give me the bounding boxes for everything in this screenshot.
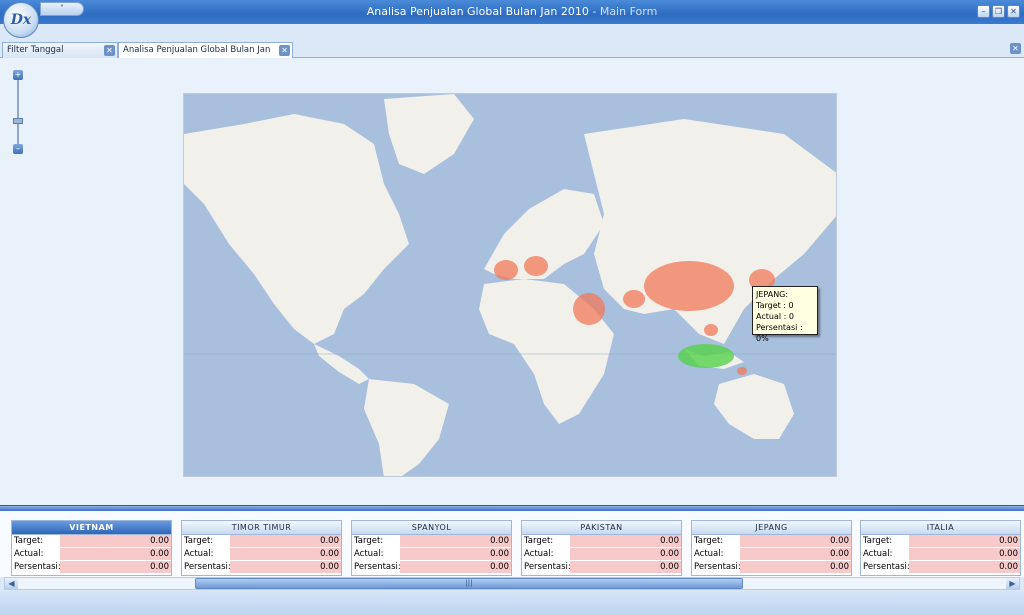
bubble-pakistan[interactable] — [623, 290, 645, 308]
country-card[interactable]: VIETNAM Target: 0.00 Actual: 0.00 Persenta… — [11, 520, 172, 576]
tooltip-actual: Actual : 0 — [756, 312, 794, 321]
close-button[interactable]: ✕ — [1007, 5, 1020, 18]
percent-value: 0.00 — [909, 561, 1020, 574]
percent-label: Persentasi: — [522, 561, 571, 574]
country-card[interactable]: JEPANG Target: 0.00 Actual: 0.00 Persentas… — [691, 520, 852, 576]
percent-value: 0.00 — [60, 561, 171, 574]
world-map-svg — [184, 94, 836, 476]
country-card-title: TIMOR TIMUR — [182, 521, 341, 535]
target-label: Target: — [522, 535, 570, 548]
country-card[interactable]: PAKISTAN Target: 0.00 Actual: 0.00 Persent… — [521, 520, 682, 576]
country-cards-panel: VIETNAM Target: 0.00 Actual: 0.00 Persenta… — [0, 511, 1024, 577]
bubble-spanyol[interactable] — [494, 260, 518, 280]
actual-value: 0.00 — [60, 548, 171, 561]
app-logo-text: Dx — [10, 12, 32, 28]
bubble-timor-timur[interactable] — [737, 367, 747, 375]
scroll-right-button[interactable]: ▶ — [1006, 578, 1019, 589]
minimize-button[interactable]: – — [977, 5, 990, 18]
window-title: Analisa Penjualan Global Bulan Jan 2010 … — [0, 0, 1024, 24]
chevron-down-icon: ˅ — [60, 4, 64, 13]
tooltip-target: Target : 0 — [756, 301, 794, 310]
scroll-thumb[interactable]: ||| — [195, 578, 743, 589]
actual-value: 0.00 — [909, 548, 1020, 561]
percent-value: 0.00 — [570, 561, 681, 574]
close-icon[interactable]: ✕ — [104, 45, 115, 56]
country-card[interactable]: SPANYOL Target: 0.00 Actual: 0.00 Persenta… — [351, 520, 512, 576]
tab-filter-tanggal[interactable]: Filter Tanggal Indonesia ✕ — [2, 42, 118, 70]
bubble-vietnam[interactable] — [704, 324, 718, 336]
actual-value: 0.00 — [570, 548, 681, 561]
window-controls: – ❐ ✕ — [977, 5, 1020, 18]
tab-analisa-penjualan[interactable]: Analisa Penjualan Global Bulan Jan 2010 … — [118, 42, 293, 70]
target-value: 0.00 — [909, 535, 1020, 548]
target-label: Target: — [182, 535, 230, 548]
actual-label: Actual: — [352, 548, 400, 561]
document-tab-bar: Filter Tanggal Indonesia ✕ Analisa Penju… — [0, 40, 1024, 70]
close-all-tabs-icon[interactable]: ✕ — [1010, 43, 1021, 54]
country-card-title: VIETNAM — [12, 521, 171, 535]
target-value: 0.00 — [400, 535, 511, 548]
actual-label: Actual: — [12, 548, 60, 561]
target-value: 0.00 — [230, 535, 341, 548]
country-card-title: JEPANG — [692, 521, 851, 535]
target-value: 0.00 — [60, 535, 171, 548]
tooltip-country: JEPANG: — [756, 290, 789, 299]
window-title-suffix: - Main Form — [588, 5, 658, 18]
zoom-track[interactable] — [17, 80, 19, 146]
target-label: Target: — [12, 535, 60, 548]
bubble-italia[interactable] — [524, 256, 548, 276]
target-label: Target: — [692, 535, 740, 548]
scroll-left-button[interactable]: ◀ — [5, 578, 18, 589]
actual-value: 0.00 — [740, 548, 851, 561]
app-logo-button[interactable]: Dx — [3, 2, 39, 38]
actual-value: 0.00 — [400, 548, 511, 561]
country-card-title: PAKISTAN — [522, 521, 681, 535]
country-card[interactable]: ITALIA Target: 0.00 Actual: 0.00 Persentas… — [860, 520, 1021, 576]
zoom-slider[interactable]: + – — [13, 70, 25, 154]
target-value: 0.00 — [740, 535, 851, 548]
actual-value: 0.00 — [230, 548, 341, 561]
country-card-title: ITALIA — [861, 521, 1020, 535]
bubble-saudi[interactable] — [573, 293, 605, 325]
percent-value: 0.00 — [740, 561, 851, 574]
percent-label: Persentasi: — [12, 561, 61, 574]
percent-label: Persentasi: — [352, 561, 401, 574]
bubble-indonesia[interactable] — [678, 344, 734, 368]
country-card[interactable]: TIMOR TIMUR Target: 0.00 Actual: 0.00 Pers… — [181, 520, 342, 576]
quick-access-toolbar-dropdown[interactable]: ˅ — [40, 2, 84, 16]
percent-label: Persentasi: — [692, 561, 741, 574]
target-value: 0.00 — [570, 535, 681, 548]
percent-label: Persentasi: — [182, 561, 231, 574]
world-map[interactable] — [183, 93, 837, 477]
target-label: Target: — [861, 535, 909, 548]
actual-label: Actual: — [692, 548, 740, 561]
percent-value: 0.00 — [400, 561, 511, 574]
zoom-in-button[interactable]: + — [13, 70, 23, 80]
zoom-thumb[interactable] — [13, 118, 23, 124]
horizontal-scrollbar[interactable]: ◀ ||| ▶ — [4, 577, 1020, 590]
percent-value: 0.00 — [230, 561, 341, 574]
percent-label: Persentasi: — [861, 561, 910, 574]
window-title-text: Analisa Penjualan Global Bulan Jan 2010 — [366, 5, 589, 18]
map-tooltip: JEPANG: Target : 0 Actual : 0 Persentasi… — [752, 286, 818, 343]
actual-label: Actual: — [182, 548, 230, 561]
restore-button[interactable]: ❐ — [992, 5, 1005, 18]
close-icon[interactable]: ✕ — [279, 45, 290, 56]
country-card-title: SPANYOL — [352, 521, 511, 535]
tooltip-percent: Persentasi : 0% — [756, 323, 803, 343]
target-label: Target: — [352, 535, 400, 548]
title-bar: Analisa Penjualan Global Bulan Jan 2010 … — [0, 0, 1024, 24]
actual-label: Actual: — [522, 548, 570, 561]
bubble-china[interactable] — [644, 261, 734, 311]
status-bar — [0, 591, 1024, 615]
actual-label: Actual: — [861, 548, 909, 561]
zoom-out-button[interactable]: – — [13, 144, 23, 154]
